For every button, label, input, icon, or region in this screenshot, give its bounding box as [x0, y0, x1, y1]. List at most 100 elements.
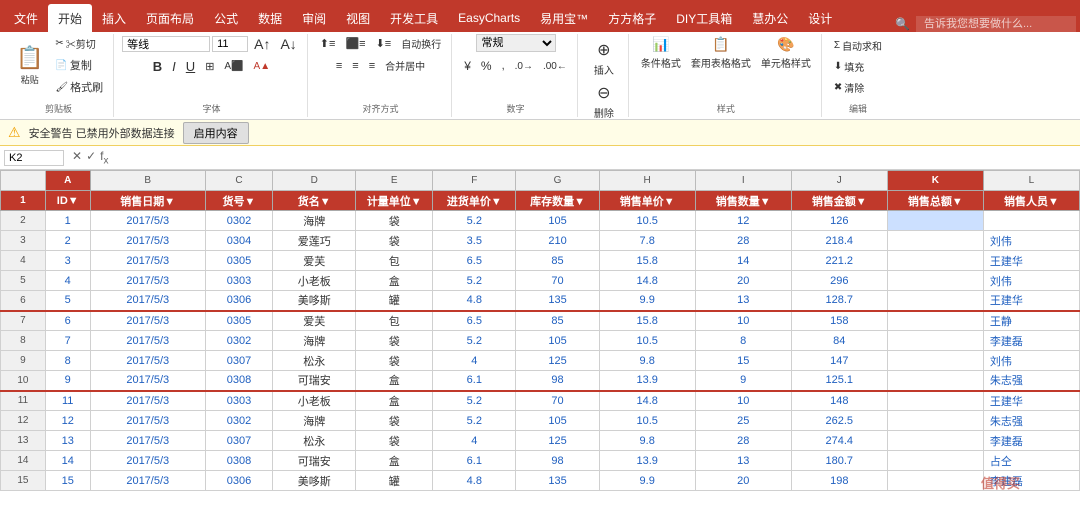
cell-r4-c9[interactable]: 221.2	[791, 251, 887, 271]
cell-r15-c3[interactable]: 美哆斯	[273, 471, 356, 491]
tab-home[interactable]: 开始	[48, 4, 92, 32]
cell-r9-c0[interactable]: 8	[45, 351, 90, 371]
cell-r10-c0[interactable]: 9	[45, 371, 90, 391]
tab-review[interactable]: 审阅	[292, 4, 336, 32]
tab-insert[interactable]: 插入	[92, 4, 136, 32]
cell-r5-c1[interactable]: 2017/5/3	[90, 271, 205, 291]
cell-r7-c4[interactable]: 包	[356, 311, 433, 331]
table-format-button[interactable]: 📋 套用表格格式	[687, 34, 755, 86]
cell-r15-c2[interactable]: 0306	[205, 471, 272, 491]
cell-r14-c10[interactable]	[887, 451, 983, 471]
clear-button[interactable]: ✖ 清除	[830, 78, 886, 97]
cell-r2-c7[interactable]: 10.5	[599, 211, 695, 231]
cell-r7-c7[interactable]: 15.8	[599, 311, 695, 331]
cut-button[interactable]: ✂ ✂剪切	[51, 34, 107, 53]
cell-r9-c8[interactable]: 15	[695, 351, 791, 371]
cell-r4-c0[interactable]: 3	[45, 251, 90, 271]
align-middle-button[interactable]: ⬛≡	[341, 35, 369, 52]
cell-r2-c6[interactable]: 105	[516, 211, 599, 231]
cell-r10-c7[interactable]: 13.9	[599, 371, 695, 391]
tab-ffjz[interactable]: 方方格子	[598, 4, 666, 32]
col-header-B[interactable]: B	[90, 171, 205, 191]
cell-r10-c2[interactable]: 0308	[205, 371, 272, 391]
cell-r3-c2[interactable]: 0304	[205, 231, 272, 251]
align-top-button[interactable]: ⬆≡	[316, 35, 340, 52]
font-color-button[interactable]: A▲	[250, 59, 275, 74]
cell-r12-c0[interactable]: 12	[45, 411, 90, 431]
percent-button[interactable]: %	[477, 57, 496, 75]
cell-r12-c5[interactable]: 5.2	[433, 411, 516, 431]
cell-r12-c8[interactable]: 25	[695, 411, 791, 431]
underline-button[interactable]: U	[182, 57, 199, 76]
cell-r10-c11[interactable]: 朱志强	[983, 371, 1079, 391]
tab-view[interactable]: 视图	[336, 4, 380, 32]
cell-r6-c10[interactable]	[887, 291, 983, 311]
cell-r12-c7[interactable]: 10.5	[599, 411, 695, 431]
cell-r11-c1[interactable]: 2017/5/3	[90, 391, 205, 411]
tab-page-layout[interactable]: 页面布局	[136, 4, 204, 32]
cell-r9-c11[interactable]: 刘伟	[983, 351, 1079, 371]
cell-r3-c0[interactable]: 2	[45, 231, 90, 251]
cell-r7-c5[interactable]: 6.5	[433, 311, 516, 331]
tab-design[interactable]: 设计	[798, 4, 842, 32]
cell-r9-c6[interactable]: 125	[516, 351, 599, 371]
cell-r7-c11[interactable]: 王静	[983, 311, 1079, 331]
increase-decimal-button[interactable]: .0→	[511, 59, 537, 74]
cell-r10-c9[interactable]: 125.1	[791, 371, 887, 391]
cell-r3-c5[interactable]: 3.5	[433, 231, 516, 251]
cell-r15-c7[interactable]: 9.9	[599, 471, 695, 491]
cell-r4-c4[interactable]: 包	[356, 251, 433, 271]
col-header-A[interactable]: A	[45, 171, 90, 191]
font-name-input[interactable]	[122, 36, 210, 52]
tab-developer[interactable]: 开发工具	[380, 4, 448, 32]
cell-r13-c10[interactable]	[887, 431, 983, 451]
cell-r13-c6[interactable]: 125	[516, 431, 599, 451]
cell-r10-c4[interactable]: 盒	[356, 371, 433, 391]
cell-r12-c4[interactable]: 袋	[356, 411, 433, 431]
cell-r14-c2[interactable]: 0308	[205, 451, 272, 471]
cell-r14-c3[interactable]: 可瑞安	[273, 451, 356, 471]
decrease-font-button[interactable]: A↓	[276, 34, 300, 54]
cell-r14-c7[interactable]: 13.9	[599, 451, 695, 471]
cell-r6-c0[interactable]: 5	[45, 291, 90, 311]
cell-r6-c9[interactable]: 128.7	[791, 291, 887, 311]
cell-r15-c4[interactable]: 罐	[356, 471, 433, 491]
cell-r6-c6[interactable]: 135	[516, 291, 599, 311]
cell-r10-c5[interactable]: 6.1	[433, 371, 516, 391]
formula-input[interactable]	[116, 151, 1076, 165]
tab-data[interactable]: 数据	[248, 4, 292, 32]
cell-r2-c11[interactable]	[983, 211, 1079, 231]
cell-reference-input[interactable]	[4, 150, 64, 166]
align-bottom-button[interactable]: ⬇≡	[372, 35, 396, 52]
align-right-button[interactable]: ≡	[365, 58, 379, 74]
cell-r2-c1[interactable]: 2017/5/3	[90, 211, 205, 231]
cell-r2-c5[interactable]: 5.2	[433, 211, 516, 231]
cell-r5-c11[interactable]: 刘伟	[983, 271, 1079, 291]
cell-r10-c3[interactable]: 可瑞安	[273, 371, 356, 391]
cell-r8-c5[interactable]: 5.2	[433, 331, 516, 351]
cell-r11-c11[interactable]: 王建华	[983, 391, 1079, 411]
cell-r4-c3[interactable]: 爱芙	[273, 251, 356, 271]
cell-r10-c8[interactable]: 9	[695, 371, 791, 391]
cell-r2-c9[interactable]: 126	[791, 211, 887, 231]
cell-r5-c0[interactable]: 4	[45, 271, 90, 291]
cell-r7-c10[interactable]	[887, 311, 983, 331]
delete-button[interactable]: ⊖ 删除	[586, 81, 622, 122]
cell-r14-c8[interactable]: 13	[695, 451, 791, 471]
tab-diy[interactable]: DIY工具箱	[666, 4, 742, 32]
col-header-K[interactable]: K	[887, 171, 983, 191]
col-header-H[interactable]: H	[599, 171, 695, 191]
cell-r12-c1[interactable]: 2017/5/3	[90, 411, 205, 431]
comma-button[interactable]: ,	[498, 58, 509, 74]
cell-r11-c2[interactable]: 0303	[205, 391, 272, 411]
cell-r8-c6[interactable]: 105	[516, 331, 599, 351]
increase-font-button[interactable]: A↑	[250, 34, 274, 54]
insert-function-icon[interactable]: fx	[100, 149, 108, 166]
col-header-C[interactable]: C	[205, 171, 272, 191]
cell-r8-c2[interactable]: 0302	[205, 331, 272, 351]
cell-r3-c1[interactable]: 2017/5/3	[90, 231, 205, 251]
cell-r7-c8[interactable]: 10	[695, 311, 791, 331]
cell-r14-c11[interactable]: 占仝	[983, 451, 1079, 471]
cell-r9-c3[interactable]: 松永	[273, 351, 356, 371]
cell-r6-c2[interactable]: 0306	[205, 291, 272, 311]
